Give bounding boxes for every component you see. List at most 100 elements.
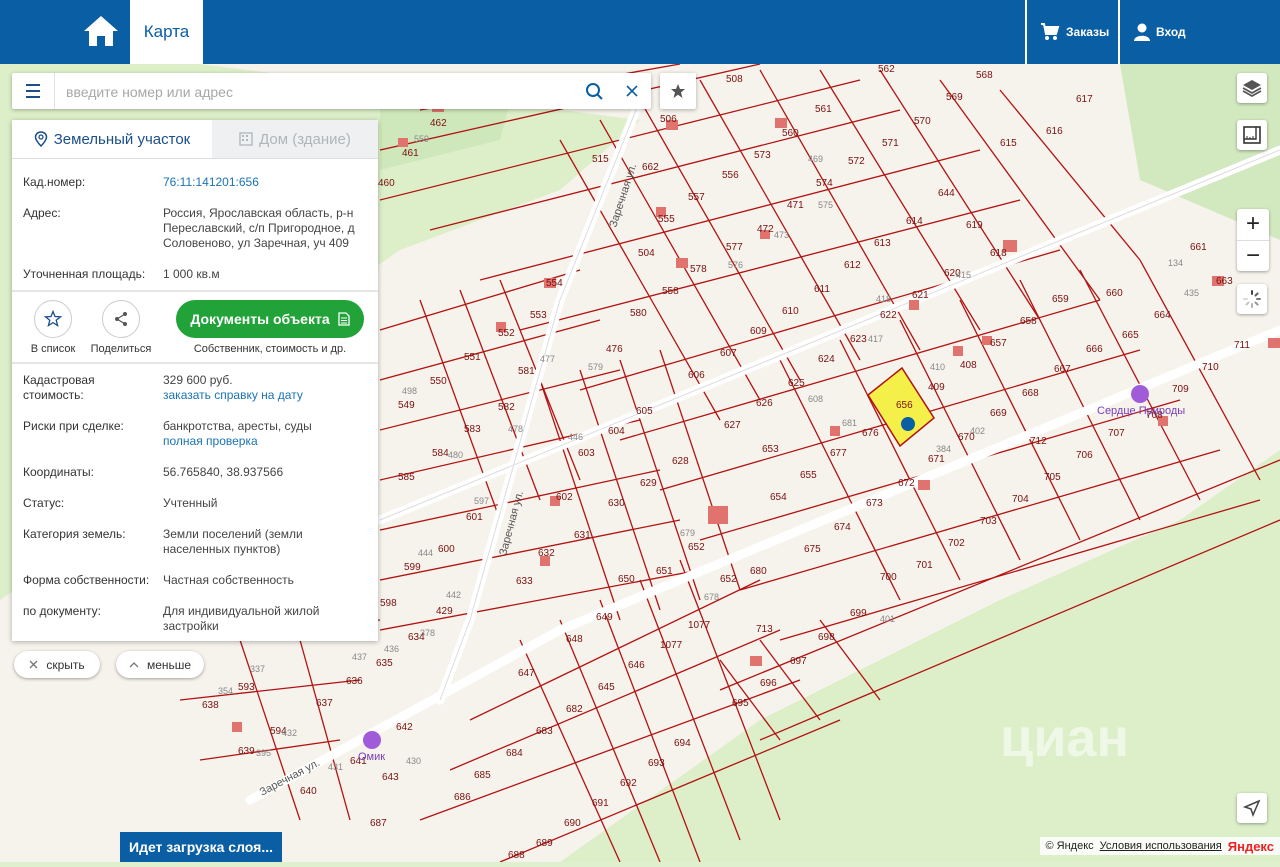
geolocation-button[interactable] <box>1237 793 1267 823</box>
poi-pin-icon[interactable] <box>1131 385 1149 403</box>
share-button[interactable] <box>102 300 140 338</box>
zoom-out-button[interactable]: − <box>1237 241 1269 272</box>
hide-button[interactable]: скрыть <box>14 651 100 678</box>
svg-text:681: 681 <box>842 418 857 428</box>
order-certificate-link[interactable]: заказать справку на дату <box>163 388 303 402</box>
svg-text:410: 410 <box>930 362 945 372</box>
home-icon[interactable] <box>82 14 120 48</box>
ruler-icon <box>1242 125 1262 145</box>
svg-text:667: 667 <box>1054 364 1071 375</box>
svg-text:661: 661 <box>1190 242 1207 253</box>
svg-text:663: 663 <box>1216 276 1233 287</box>
svg-text:417: 417 <box>868 334 883 344</box>
by-document-label: по документу: <box>23 604 163 619</box>
svg-text:616: 616 <box>1046 126 1063 137</box>
svg-text:702: 702 <box>948 538 965 549</box>
tab-building[interactable]: Дом (здание) <box>212 120 378 158</box>
risks-value: банкротства, аресты, суды полная проверк… <box>163 419 368 449</box>
svg-text:409: 409 <box>928 382 945 393</box>
less-button[interactable]: меньше <box>116 651 204 678</box>
object-documents-button[interactable]: Документы объекта <box>176 300 364 338</box>
layers-button[interactable] <box>1237 73 1267 103</box>
svg-text:704: 704 <box>1012 494 1029 505</box>
cadastral-value-label: Кадастровая стоимость: <box>23 373 143 403</box>
svg-text:469: 469 <box>808 154 823 164</box>
land-category-label: Категория земель: <box>23 527 163 542</box>
documents-caption: Собственник, стоимость и др. <box>176 343 364 355</box>
svg-text:665: 665 <box>1122 330 1139 341</box>
svg-text:694: 694 <box>674 738 691 749</box>
svg-text:559: 559 <box>414 134 429 144</box>
yandex-logo[interactable]: Яндекс <box>1228 839 1274 854</box>
divider <box>12 290 378 292</box>
svg-text:395: 395 <box>256 748 271 758</box>
svg-text:593: 593 <box>238 682 255 693</box>
terms-link[interactable]: Условия использования <box>1100 840 1222 852</box>
svg-text:600: 600 <box>438 544 455 555</box>
svg-text:429: 429 <box>436 606 453 617</box>
svg-text:696: 696 <box>760 678 777 689</box>
svg-text:653: 653 <box>762 444 779 455</box>
cadastral-number-value[interactable]: 76:11:141201:656 <box>163 175 368 190</box>
svg-text:700: 700 <box>880 572 897 583</box>
svg-text:608: 608 <box>808 394 823 404</box>
svg-text:570: 570 <box>914 116 931 127</box>
favorites-button[interactable] <box>660 73 696 109</box>
orders-button[interactable]: Заказы <box>1040 0 1109 64</box>
search-input[interactable] <box>64 73 588 111</box>
svg-text:669: 669 <box>990 408 1007 419</box>
tab-map[interactable]: Карта <box>130 0 203 64</box>
svg-text:576: 576 <box>728 260 743 270</box>
svg-text:625: 625 <box>788 378 805 389</box>
svg-text:662: 662 <box>642 162 659 173</box>
svg-text:432: 432 <box>282 728 297 738</box>
svg-text:569: 569 <box>946 92 963 103</box>
svg-text:695: 695 <box>732 698 749 709</box>
menu-button[interactable] <box>12 73 55 109</box>
copyright-text: © Яндекс <box>1046 840 1094 852</box>
svg-text:693: 693 <box>648 758 665 769</box>
svg-text:642: 642 <box>396 722 413 733</box>
svg-text:678: 678 <box>704 592 719 602</box>
login-button[interactable]: Вход <box>1134 0 1186 64</box>
svg-text:552: 552 <box>498 328 515 339</box>
svg-text:647: 647 <box>518 668 535 679</box>
svg-text:680: 680 <box>750 566 767 577</box>
svg-text:617: 617 <box>1076 94 1093 105</box>
cart-icon <box>1040 23 1060 41</box>
status-value: Учтенный <box>163 496 368 511</box>
loading-spinner-icon <box>1242 289 1262 309</box>
zoom-control: + − <box>1237 209 1269 271</box>
svg-text:1077: 1077 <box>660 640 683 651</box>
zoom-in-button[interactable]: + <box>1237 209 1269 241</box>
search-icon[interactable] <box>584 81 604 101</box>
svg-text:607: 607 <box>720 348 737 359</box>
tab-land-plot[interactable]: Земельный участок <box>12 120 212 158</box>
address-label: Адрес: <box>23 206 163 221</box>
svg-text:646: 646 <box>628 660 645 671</box>
svg-text:628: 628 <box>672 456 689 467</box>
svg-text:706: 706 <box>1076 450 1093 461</box>
layer-loading-status: Идет загрузка слоя... <box>120 832 282 862</box>
search-bar <box>12 73 651 109</box>
parcel-marker[interactable] <box>901 417 915 431</box>
svg-text:686: 686 <box>454 792 471 803</box>
svg-text:637: 637 <box>316 698 333 709</box>
traffic-button[interactable] <box>1237 284 1267 314</box>
svg-text:674: 674 <box>834 522 851 533</box>
svg-text:713: 713 <box>756 624 773 635</box>
svg-text:446: 446 <box>568 432 583 442</box>
svg-text:415: 415 <box>956 270 971 280</box>
parcel-info-panel: Земельный участок Дом (здание) Кад.номер… <box>12 120 378 641</box>
poi-label[interactable]: Сердце Природы <box>1097 405 1185 417</box>
svg-text:651: 651 <box>656 566 673 577</box>
svg-text:605: 605 <box>636 406 653 417</box>
poi-label[interactable]: Омик <box>358 751 385 763</box>
add-to-list-button[interactable] <box>34 300 72 338</box>
svg-text:581: 581 <box>518 366 535 377</box>
poi-pin-icon[interactable] <box>363 731 381 749</box>
close-icon[interactable] <box>622 81 642 101</box>
svg-text:635: 635 <box>376 658 393 669</box>
full-check-link[interactable]: полная проверка <box>163 434 258 448</box>
ruler-button[interactable] <box>1237 120 1267 150</box>
